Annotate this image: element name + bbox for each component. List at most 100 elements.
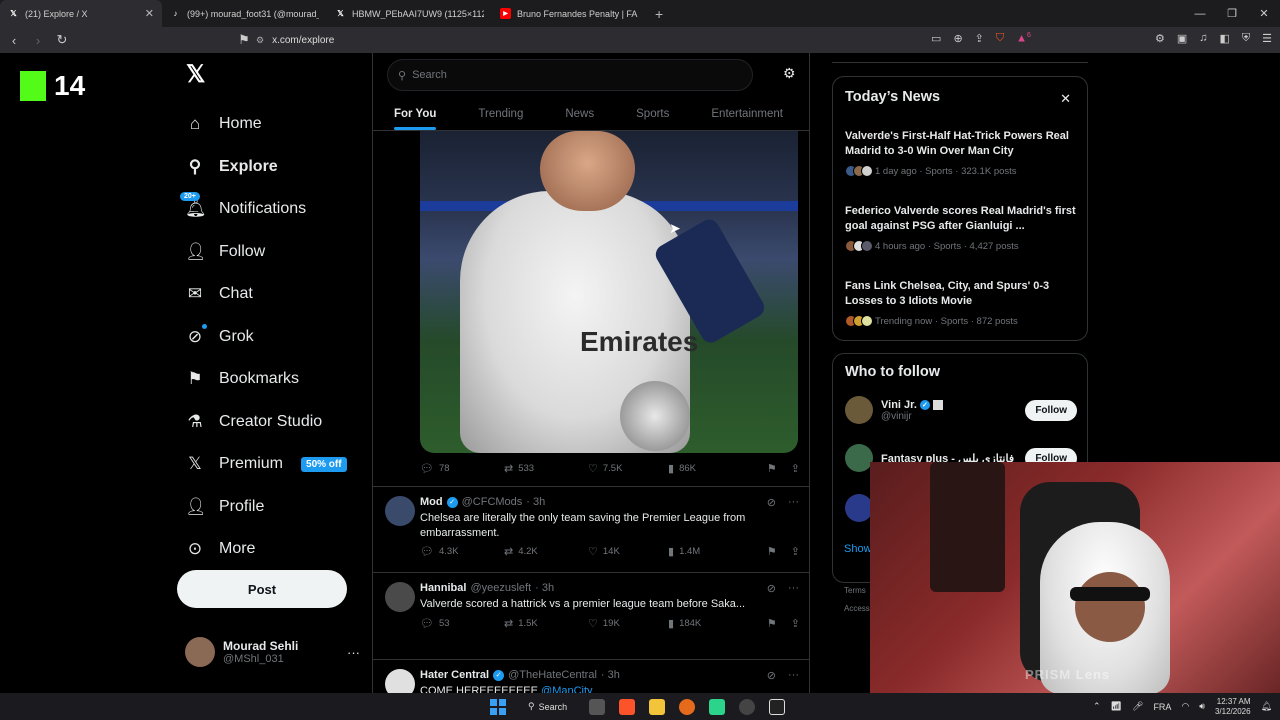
close-tab-icon[interactable]: ✕ [145,7,154,20]
tab-for-you[interactable]: For You [373,97,457,130]
wifi-icon[interactable]: ◠ [1181,701,1189,712]
repost-action[interactable]: ⇄ 4.2K [504,545,588,558]
zoom-icon[interactable]: ⊕ [953,32,962,45]
author-name[interactable]: Hannibal [420,582,466,594]
browser-tab-1[interactable]: ♪ (99+) mourad_foot31 (@mourad_foo [162,0,327,27]
brave-rewards-icon[interactable]: ▲6 [1016,32,1031,45]
bookmark-icon[interactable]: ⚑ [767,462,777,475]
avatar[interactable] [845,444,873,472]
share-icon[interactable]: ⇪ [791,545,800,558]
avatar[interactable] [845,396,873,424]
vpn-icon[interactable]: ⛨ [1242,32,1250,45]
mention-link[interactable]: @ManCity [541,685,593,693]
avatar[interactable] [385,669,415,693]
new-tab-button[interactable]: + [647,6,671,22]
more-dots-icon[interactable]: ··· [347,645,360,660]
grok-icon[interactable]: ⊘ [767,496,776,509]
brave-browser-icon[interactable] [619,698,636,715]
sidebar-item-premium[interactable]: 𝕏 Premium 50% off [185,443,355,486]
views-action[interactable]: ▮ 184K [668,617,758,630]
capcut-icon[interactable] [769,698,786,715]
views-action[interactable]: ▮ 86K [668,462,758,475]
browser-tab-2[interactable]: 𝕏 HBMW_PEbAAI7UW9 (1125×1125) [327,0,492,27]
tweet-video-media[interactable]: Emirates [420,131,798,453]
sidebar-item-creator-studio[interactable]: ⚗ Creator Studio [185,401,355,444]
avatar[interactable] [385,582,415,612]
brave-shield-icon[interactable]: ⛉ [996,32,1004,45]
tray-chevron-icon[interactable]: ⌃ [1093,701,1101,712]
sidebar-item-grok[interactable]: ⊘ Grok [185,316,355,359]
volume-icon[interactable]: 🔊︎ [1199,701,1205,712]
language-indicator[interactable]: FRA [1153,702,1171,712]
bookmark-icon[interactable]: ⚑ [767,545,777,558]
x-logo-icon[interactable]: 𝕏 [186,60,355,90]
clock[interactable]: 12:37 AM 3/12/2026 [1215,697,1251,717]
author-handle[interactable]: @yeezusleft [470,582,531,594]
grok-icon[interactable]: ⊘ [767,582,776,595]
post-button[interactable]: Post [177,570,347,608]
tab-news[interactable]: News [544,97,615,130]
like-action[interactable]: ♡ 7.5K [588,462,668,475]
tweet[interactable]: Hannibal @yeezusleft · 3h ⊘ ··· Valverde scor… [373,572,809,659]
forward-icon[interactable]: › [28,33,48,48]
sidebar-item-explore[interactable]: ⚲ Explore [185,146,355,189]
minimize-icon[interactable]: — [1184,8,1216,20]
sidebar-item-notifications[interactable]: 🔔︎ 20+ Notifications [180,188,355,231]
file-explorer-icon[interactable] [649,698,666,715]
author-name[interactable]: Hater Central [420,669,489,681]
site-info-icon[interactable]: ⚙ [256,35,264,46]
browser-tab-3[interactable]: ▶ Bruno Fernandes Penalty | FA Cup - Y [492,0,647,27]
reply-action[interactable]: 💬︎ 4.3K [420,545,504,558]
reply-action[interactable]: 💬︎ 53 [420,617,504,630]
more-dots-icon[interactable]: ··· [788,582,799,595]
account-switcher[interactable]: Mourad Sehli @MShl_031 ··· [185,637,360,667]
task-view-icon[interactable] [589,698,606,715]
share-icon[interactable]: ⇪ [791,462,800,475]
more-dots-icon[interactable]: ··· [788,496,799,509]
like-action[interactable]: ♡ 14K [588,545,668,558]
reload-icon[interactable]: ↻ [52,32,72,48]
tab-trending[interactable]: Trending [457,97,544,130]
maximize-icon[interactable]: ❐ [1216,7,1248,20]
tweet[interactable]: Hater Central ✓ @TheHateCentral · 3h ⊘ ··· COM… [373,659,809,693]
sidebar-item-home[interactable]: ⌂ Home [185,103,355,146]
search-input[interactable] [412,69,733,81]
firefox-icon[interactable] [679,698,696,715]
back-icon[interactable]: ‹ [4,33,24,48]
sidebar-item-more[interactable]: ⊙ More [185,528,355,571]
close-icon[interactable]: ✕ [1060,91,1071,107]
close-window-icon[interactable]: ✕ [1248,7,1280,20]
more-dots-icon[interactable]: ··· [788,669,799,682]
sidebar-toggle-icon[interactable]: ◧ [1219,32,1229,45]
search-box[interactable]: ⚲ [387,59,753,91]
sidebar-item-profile[interactable]: 👤︎ Profile [185,486,355,529]
sidebar-item-bookmarks[interactable]: ⚑ Bookmarks [185,358,355,401]
footer-link-terms[interactable]: Terms [844,586,866,595]
share-icon[interactable]: ⇪ [791,617,800,630]
grok-icon[interactable]: ⊘ [767,669,776,682]
repost-action[interactable]: ⇄ 1.5K [504,617,588,630]
windows-start-icon[interactable] [490,698,506,715]
bookmark-page-icon[interactable]: ⚑ [234,32,254,48]
cast-icon[interactable]: ▭ [931,32,941,45]
follow-button[interactable]: Follow [1025,399,1077,421]
author-handle[interactable]: @TheHateCentral [508,669,597,681]
obs-icon[interactable] [739,698,756,715]
network-icon[interactable]: 📶︎ [1111,701,1122,712]
notification-bell-icon[interactable]: 🔔︎ [1261,701,1272,712]
bookmark-icon[interactable]: ⚑ [767,617,777,630]
news-item[interactable]: Valverde's First-Half Hat-Trick Powers R… [845,129,1077,177]
views-action[interactable]: ▮ 1.4M [668,545,758,558]
news-item[interactable]: Federico Valverde scores Real Madrid's f… [845,204,1077,252]
tweet[interactable]: Mod ✓ @CFCMods · 3h ⊘ ··· Chelsea are literall… [373,486,809,572]
tab-sports[interactable]: Sports [615,97,690,130]
share-icon[interactable]: ⇪ [975,32,984,45]
settings-gear-icon[interactable]: ⚙ [783,65,796,82]
browser-tab-0[interactable]: 𝕏 (21) Explore / X ✕ [0,0,162,27]
media-icon[interactable]: ♫ [1199,32,1207,45]
reply-action[interactable]: 💬︎ 78 [420,462,504,475]
extensions-icon[interactable]: ⚙ [1155,32,1165,45]
sidebar-item-chat[interactable]: ✉ Chat [185,273,355,316]
repost-action[interactable]: ⇄ 533 [504,462,588,475]
taskbar-search[interactable]: ⚲ Search [520,698,575,715]
